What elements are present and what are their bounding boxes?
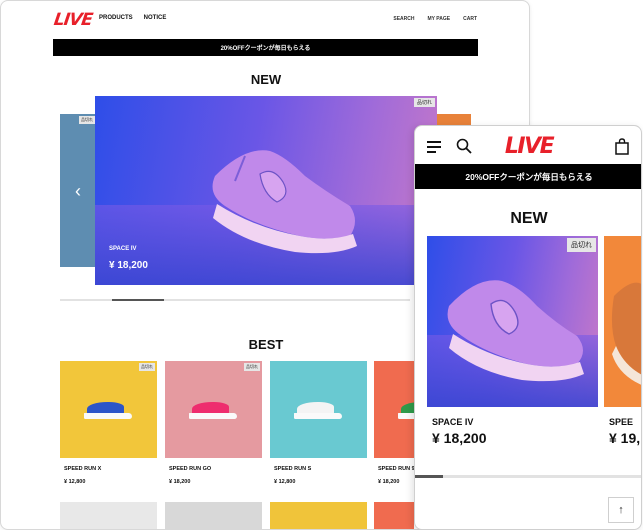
product-name[interactable]: SPEED RUN X	[64, 466, 101, 472]
product-name[interactable]: SPEE	[609, 417, 633, 427]
mobile-window: LIVE 20%OFFクーポンが毎日もらえる NEW 品切れ SPACE IV …	[414, 125, 642, 530]
back-to-top-button[interactable]: ↑	[608, 497, 634, 523]
product-name[interactable]: SPEED RUN GO	[169, 466, 211, 472]
sneaker-image	[294, 399, 342, 419]
best-card-image[interactable]: 品切れ	[165, 361, 262, 458]
main-nav: PRODUCTS NOTICE	[99, 15, 166, 21]
arrow-up-icon: ↑	[618, 504, 624, 516]
sneaker-image	[398, 399, 414, 419]
product-name[interactable]: SPACE IV	[432, 417, 473, 427]
nav-cart[interactable]: CART	[463, 16, 477, 22]
desktop-header: LIVE PRODUCTS NOTICE SEARCH MY PAGE CART	[1, 1, 529, 37]
best-card-image[interactable]	[165, 502, 262, 529]
product-price: ¥ 18,200	[169, 479, 191, 485]
nav-products[interactable]: PRODUCTS	[99, 15, 133, 21]
nav-search[interactable]: SEARCH	[393, 16, 414, 22]
product-name[interactable]: SPEED RUN S	[274, 466, 311, 472]
sneaker-image	[84, 399, 132, 419]
new-heading: NEW	[250, 72, 282, 87]
new-heading: NEW	[510, 210, 548, 227]
utility-nav: SEARCH MY PAGE CART	[393, 16, 477, 22]
best-card-image[interactable]	[374, 502, 414, 529]
sold-out-badge: 品切れ	[79, 116, 95, 124]
sold-out-badge: 品切れ	[567, 238, 596, 252]
nav-my-page[interactable]: MY PAGE	[428, 16, 451, 22]
coupon-banner[interactable]: 20%OFFクーポンが毎日もらえる	[415, 164, 641, 189]
next-product-card[interactable]	[604, 236, 641, 407]
product-name: SPACE IV	[109, 246, 137, 252]
sneaker-image	[611, 282, 641, 385]
new-slide-main[interactable]: 品切れ SPACE IV ¥ 18,200	[95, 96, 437, 285]
best-card-image[interactable]	[270, 361, 367, 458]
logo[interactable]: LIVE	[53, 10, 94, 30]
product-price: ¥ 12,800	[64, 479, 86, 485]
new-product-card[interactable]: 品切れ	[427, 236, 598, 407]
product-price: ¥ 18,200	[378, 479, 400, 485]
best-card-image[interactable]	[374, 361, 414, 458]
slider-scrollbar[interactable]	[60, 299, 410, 301]
slider-scrollbar-thumb[interactable]	[112, 299, 164, 301]
logo[interactable]: LIVE	[415, 134, 641, 159]
product-price: ¥ 19,	[609, 430, 641, 446]
sneaker-image	[212, 150, 357, 254]
product-price: ¥ 18,200	[432, 430, 487, 446]
best-card-image[interactable]	[270, 502, 367, 529]
sold-out-badge: 品切れ	[244, 363, 260, 371]
sold-out-badge: 品切れ	[413, 98, 435, 107]
product-name[interactable]: SPEED RUN 9	[378, 466, 414, 472]
best-card-image[interactable]	[60, 502, 157, 529]
coupon-banner[interactable]: 20%OFFクーポンが毎日もらえる	[53, 39, 478, 56]
slider-scrollbar[interactable]	[415, 475, 641, 478]
nav-notice[interactable]: NOTICE	[144, 15, 167, 21]
product-price: ¥ 12,800	[274, 479, 296, 485]
sneaker-image	[447, 280, 584, 382]
sneaker-image	[189, 399, 237, 419]
slider-scrollbar-thumb[interactable]	[415, 475, 443, 478]
best-card-image[interactable]: 品切れ	[60, 361, 157, 458]
cart-icon[interactable]	[615, 138, 629, 155]
sold-out-badge: 品切れ	[139, 363, 155, 371]
chevron-left-icon[interactable]: ‹	[75, 181, 81, 202]
product-price: ¥ 18,200	[109, 260, 148, 271]
